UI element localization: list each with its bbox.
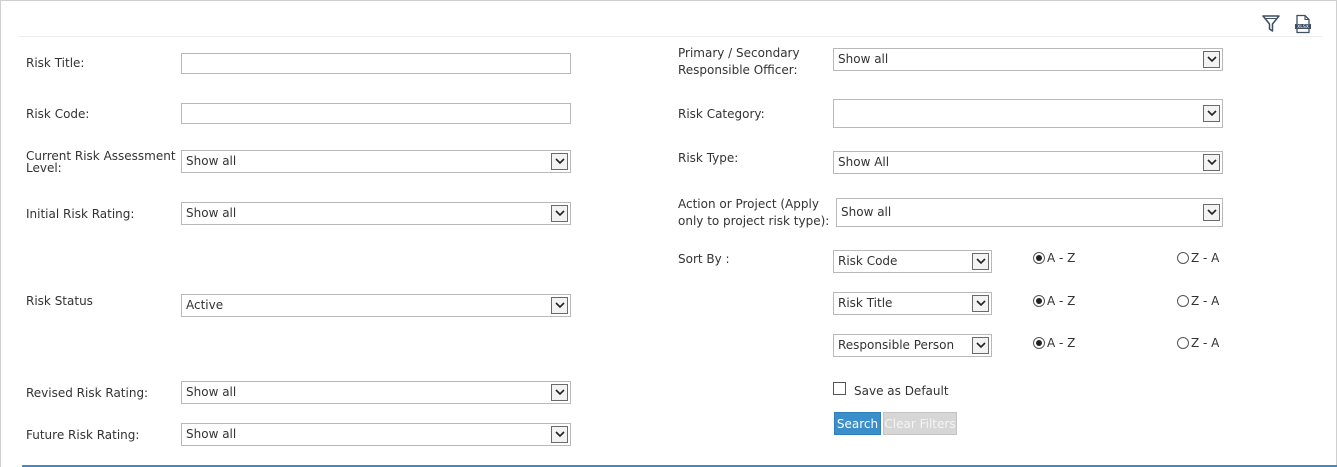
risk-title-label: Risk Title: xyxy=(26,56,85,70)
action-project-select[interactable]: Show all xyxy=(836,198,1223,227)
risk-code-input[interactable] xyxy=(181,103,571,124)
sort-asc-label-3: A - Z xyxy=(1047,336,1076,350)
action-project-value: Show all xyxy=(841,205,892,219)
revised-rating-label: Revised Risk Rating: xyxy=(26,386,149,400)
sort-field-value-1: Risk Code xyxy=(838,254,898,268)
officer-value: Show all xyxy=(838,52,889,66)
chevron-down-icon xyxy=(1203,154,1220,171)
sort-desc-radio-1[interactable]: Z - A xyxy=(1177,251,1219,265)
future-rating-label: Future Risk Rating: xyxy=(26,428,140,442)
search-button[interactable]: Search xyxy=(834,412,881,435)
chevron-down-icon xyxy=(551,426,568,443)
future-rating-value: Show all xyxy=(186,427,237,441)
chevron-down-icon xyxy=(1203,105,1220,122)
current-assessment-value: Show all xyxy=(186,154,237,168)
action-project-label-line1: Action or Project (Apply xyxy=(678,197,819,211)
risk-type-select[interactable]: Show All xyxy=(833,151,1223,174)
chevron-down-icon xyxy=(1203,51,1220,68)
initial-rating-value: Show all xyxy=(186,206,237,220)
risk-type-label: Risk Type: xyxy=(678,151,739,165)
sort-asc-radio-1[interactable]: A - Z xyxy=(1033,251,1075,265)
risk-status-label: Risk Status xyxy=(26,294,93,308)
risk-type-value: Show All xyxy=(838,155,890,169)
future-rating-select[interactable]: Show all xyxy=(181,423,571,446)
initial-rating-select[interactable]: Show all xyxy=(181,202,571,225)
sort-asc-label-1: A - Z xyxy=(1047,251,1076,265)
chevron-down-icon xyxy=(1203,204,1220,221)
risk-category-label: Risk Category: xyxy=(678,107,765,121)
revised-rating-select[interactable]: Show all xyxy=(181,381,571,404)
initial-rating-label: Initial Risk Rating: xyxy=(26,207,135,221)
sort-desc-radio-2[interactable]: Z - A xyxy=(1177,294,1219,308)
radio-selected-icon xyxy=(1033,252,1045,264)
sort-field-value-2: Risk Title xyxy=(838,296,893,310)
officer-label-line2: Responsible Officer: xyxy=(678,63,798,77)
officer-select[interactable]: Show all xyxy=(833,48,1223,71)
xlsx-badge-text: XLSX xyxy=(1297,24,1309,30)
radio-unselected-icon xyxy=(1177,252,1189,264)
clear-filters-button[interactable]: Clear Filters xyxy=(883,412,957,435)
current-assessment-select[interactable]: Show all xyxy=(181,150,571,173)
radio-unselected-icon xyxy=(1177,295,1189,307)
chevron-down-icon xyxy=(551,297,568,314)
officer-label-line1: Primary / Secondary xyxy=(678,46,800,60)
chevron-down-icon xyxy=(551,384,568,401)
sort-asc-radio-3[interactable]: A - Z xyxy=(1033,336,1075,350)
chevron-down-icon xyxy=(551,153,568,170)
sort-desc-radio-3[interactable]: Z - A xyxy=(1177,336,1219,350)
sort-field-value-3: Responsible Person xyxy=(838,338,955,352)
radio-selected-icon xyxy=(1033,337,1045,349)
chevron-down-icon xyxy=(972,337,989,354)
risk-code-label: Risk Code: xyxy=(26,107,90,121)
risk-title-input[interactable] xyxy=(181,53,571,74)
risk-category-select[interactable] xyxy=(833,99,1223,128)
filter-icon[interactable] xyxy=(1261,14,1281,34)
revised-rating-value: Show all xyxy=(186,385,237,399)
current-assessment-label: Current Risk Assessment Level: xyxy=(26,150,176,174)
radio-selected-icon xyxy=(1033,295,1045,307)
sort-asc-label-2: A - Z xyxy=(1047,294,1076,308)
officer-label: Primary / Secondary Responsible Officer: xyxy=(678,45,800,79)
sort-desc-label-1: Z - A xyxy=(1191,251,1220,265)
sort-desc-label-2: Z - A xyxy=(1191,294,1220,308)
sort-desc-label-3: Z - A xyxy=(1191,336,1220,350)
current-assessment-label-line2: Level: xyxy=(26,161,62,175)
sort-asc-radio-2[interactable]: A - Z xyxy=(1033,294,1075,308)
risk-status-select[interactable]: Active xyxy=(181,294,571,317)
radio-unselected-icon xyxy=(1177,337,1189,349)
sort-field-select-2[interactable]: Risk Title xyxy=(833,292,992,315)
save-default-label: Save as Default xyxy=(854,384,949,398)
action-project-label-line2: only to project risk type): xyxy=(678,214,830,228)
xlsx-export-icon[interactable]: XLSX xyxy=(1293,14,1313,34)
risk-status-value: Active xyxy=(186,298,224,312)
chevron-down-icon xyxy=(972,253,989,270)
chevron-down-icon xyxy=(551,205,568,222)
toolbar-divider xyxy=(18,36,1323,37)
sort-field-select-3[interactable]: Responsible Person xyxy=(833,334,992,357)
chevron-down-icon xyxy=(972,295,989,312)
sort-field-select-1[interactable]: Risk Code xyxy=(833,250,992,273)
action-project-label: Action or Project (Apply only to project… xyxy=(678,196,829,230)
sort-by-label: Sort By : xyxy=(678,252,730,266)
save-default-checkbox[interactable] xyxy=(833,382,846,395)
